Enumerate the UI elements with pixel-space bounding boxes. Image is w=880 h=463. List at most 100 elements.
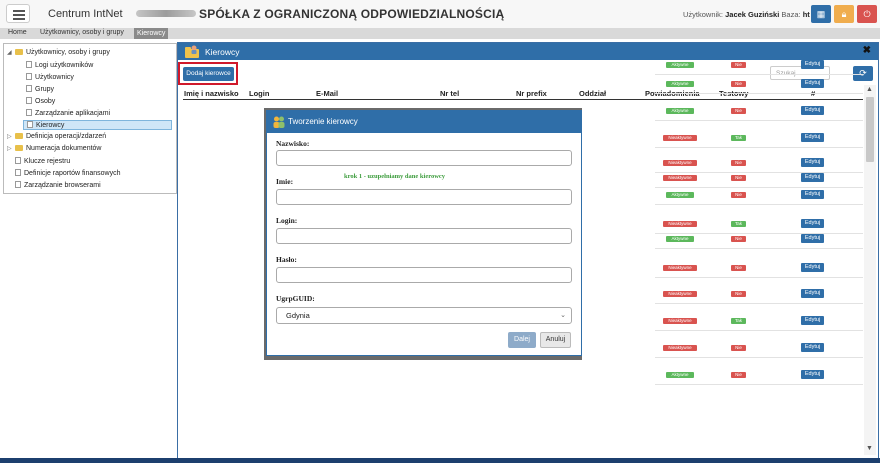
document-icon <box>15 169 21 176</box>
panel-title: Kierowcy <box>205 47 240 57</box>
navigation-tree: ◢ Użytkownicy, osoby i grupy Logi użytkow… <box>3 43 177 194</box>
notification-status-badge: Nieaktywne <box>663 135 697 141</box>
document-icon <box>26 97 32 104</box>
document-icon <box>27 121 33 128</box>
test-status-badge: Nie <box>731 81 746 87</box>
column-header-branch[interactable]: Oddział <box>579 89 606 98</box>
document-icon <box>26 61 32 68</box>
notification-status-badge: Nieaktywne <box>663 160 697 166</box>
row-divider <box>655 330 863 331</box>
tree-item-operations[interactable]: ▷ Definicja operacji/zdarzeń <box>7 133 106 140</box>
surname-input[interactable] <box>276 150 572 166</box>
edit-button[interactable]: Edytuj <box>801 190 824 199</box>
column-header-email[interactable]: E-Mail <box>316 89 338 98</box>
tree-item-groups[interactable]: Grupy <box>26 85 54 93</box>
notification-status-badge: Aktywne <box>666 192 694 198</box>
row-divider <box>655 74 863 75</box>
test-status-badge: Tak <box>731 135 746 141</box>
collapsed-arrow-icon[interactable]: ▷ <box>7 133 15 140</box>
breadcrumb-users[interactable]: Użytkownicy, osoby i grupy <box>40 29 124 36</box>
edit-button[interactable]: Edytuj <box>801 289 824 298</box>
collapsed-arrow-icon[interactable]: ▷ <box>7 145 15 152</box>
folder-icon <box>15 49 23 55</box>
edit-button[interactable]: Edytuj <box>801 343 824 352</box>
folder-icon <box>15 145 23 151</box>
user-info: Użytkownik: Jacek Guziński Baza: ht <box>683 10 810 19</box>
taskbar <box>0 458 880 463</box>
tree-item-reports[interactable]: Definicje raportów finansowych <box>15 169 121 177</box>
test-status-badge: Nie <box>731 62 746 68</box>
password-input[interactable] <box>276 267 572 283</box>
column-header-name[interactable]: Imię i nazwisko <box>184 89 239 98</box>
chevron-down-icon: ⌄ <box>560 312 566 319</box>
edit-button[interactable]: Edytuj <box>801 234 824 243</box>
dialog-header: Tworzenie kierowcy <box>267 111 581 133</box>
document-icon <box>26 85 32 92</box>
document-icon <box>15 181 21 188</box>
tree-item-persons[interactable]: Osoby <box>26 97 55 105</box>
firstname-input[interactable] <box>276 189 572 205</box>
next-button[interactable]: Dalej <box>508 332 536 348</box>
tree-item-browsers[interactable]: Zarządzanie browserami <box>15 181 101 189</box>
logout-button[interactable]: ⏻ <box>857 5 877 23</box>
notification-status-badge: Aktywne <box>666 236 694 242</box>
scroll-up-icon[interactable]: ▲ <box>866 86 873 93</box>
table-scrollbar[interactable]: ▲ ▼ <box>864 85 876 455</box>
company-name: SPÓŁKA Z OGRANICZONĄ ODPOWIEDZIALNOŚCIĄ <box>199 7 505 21</box>
edit-button[interactable]: Edytuj <box>801 173 824 182</box>
expand-arrow-icon[interactable]: ◢ <box>7 49 15 56</box>
document-icon <box>15 157 21 164</box>
notification-status-badge: Nieaktywne <box>663 265 697 271</box>
edit-button[interactable]: Edytuj <box>801 60 824 69</box>
breadcrumb-home[interactable]: Home <box>8 29 27 36</box>
close-icon[interactable]: ✖ <box>863 45 871 56</box>
menu-toggle-button[interactable] <box>6 4 30 23</box>
edit-button[interactable]: Edytuj <box>801 316 824 325</box>
base-label: Baza: <box>781 10 801 19</box>
panel-header: Kierowcy ✖ <box>178 43 878 60</box>
tree-item-users[interactable]: Użytkownicy <box>26 73 74 81</box>
grid-icon: ▦ <box>816 9 826 19</box>
column-header-prefix[interactable]: Nr prefix <box>516 89 547 98</box>
ugrpguid-selected-value: Gdynia <box>286 311 310 320</box>
lock-button[interactable]: 🔒︎ <box>834 5 854 23</box>
ugrpguid-select[interactable]: Gdynia ⌄ <box>276 307 572 324</box>
lock-icon: 🔒︎ <box>841 9 847 19</box>
row-divider <box>655 233 863 234</box>
base-value: ht <box>802 10 810 19</box>
column-header-login[interactable]: Login <box>249 89 269 98</box>
user-label: Użytkownik: <box>683 10 724 19</box>
tree-item-registry[interactable]: Klucze rejestru <box>15 157 70 165</box>
users-icon <box>273 116 285 128</box>
grid-button[interactable]: ▦ <box>811 5 831 23</box>
login-input[interactable] <box>276 228 572 244</box>
edit-button[interactable]: Edytuj <box>801 79 824 88</box>
edit-button[interactable]: Edytuj <box>801 263 824 272</box>
document-icon <box>26 109 32 116</box>
tree-item-users-root[interactable]: ◢ Użytkownicy, osoby i grupy <box>7 49 110 56</box>
test-status-badge: Nie <box>731 236 746 242</box>
edit-button[interactable]: Edytuj <box>801 219 824 228</box>
edit-button[interactable]: Edytuj <box>801 370 824 379</box>
tree-item-numbering[interactable]: ▷ Numeracja dokumentów <box>7 145 101 152</box>
edit-button[interactable]: Edytuj <box>801 158 824 167</box>
header-divider <box>183 99 863 100</box>
scroll-thumb[interactable] <box>866 97 874 162</box>
tree-item-apps[interactable]: Zarządzanie aplikacjami <box>26 109 110 117</box>
edit-button[interactable]: Edytuj <box>801 106 824 115</box>
app-title: Centrum IntNet <box>48 8 123 20</box>
add-driver-button[interactable]: Dodaj kierowce <box>183 67 234 81</box>
scroll-down-icon[interactable]: ▼ <box>866 445 873 452</box>
column-header-phone[interactable]: Nr tel <box>440 89 459 98</box>
row-divider <box>655 277 863 278</box>
cancel-button[interactable]: Anuluj <box>540 332 571 348</box>
dialog-title: Tworzenie kierowcy <box>288 117 358 126</box>
breadcrumb: Home Użytkownicy, osoby i grupy Kierowcy <box>0 28 880 39</box>
notification-status-badge: Nieaktywne <box>663 345 697 351</box>
test-status-badge: Tak <box>731 318 746 324</box>
notification-status-badge: Aktywne <box>666 62 694 68</box>
row-divider <box>655 204 863 205</box>
tree-item-logs[interactable]: Logi użytkowników <box>26 61 93 69</box>
edit-button[interactable]: Edytuj <box>801 133 824 142</box>
tree-item-drivers[interactable]: Kierowcy <box>23 120 172 130</box>
